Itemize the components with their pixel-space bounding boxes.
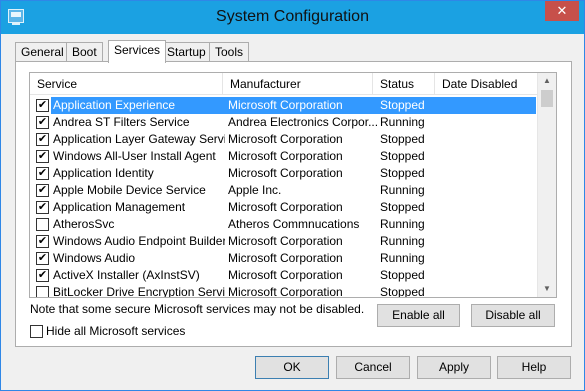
tab-startup[interactable]: Startup — [161, 42, 212, 62]
service-row[interactable]: ✔ Application Experience Microsoft Corpora… — [30, 97, 537, 114]
disable-all-button[interactable]: Disable all — [471, 304, 555, 327]
tab-services[interactable]: Services — [108, 40, 167, 63]
hide-microsoft-services-checkbox[interactable] — [30, 325, 43, 338]
service-row[interactable]: ✔ Windows Audio Microsoft Corporation Runni… — [30, 250, 537, 267]
service-status: Running — [380, 115, 425, 129]
service-name: AtherosSvc — [53, 217, 115, 231]
service-row[interactable]: ✔ Windows Audio Endpoint Builder Microsoft… — [30, 233, 537, 250]
service-row[interactable]: ✔ Application Layer Gateway Service Micros… — [30, 131, 537, 148]
service-row[interactable]: ✔ ActiveX Installer (AxInstSV) Microsoft C… — [30, 267, 537, 284]
service-name: Application Experience — [53, 98, 176, 112]
service-row[interactable]: ✔ Application Management Microsoft Corpora… — [30, 199, 537, 216]
column-header-status[interactable]: Status — [373, 73, 435, 95]
service-status: Stopped — [380, 268, 425, 282]
title-bar[interactable]: System Configuration ✕ — [1, 1, 584, 34]
service-status: Running — [380, 183, 425, 197]
system-configuration-window: System Configuration ✕ General Boot Serv… — [0, 0, 585, 391]
tab-boot[interactable]: Boot — [66, 42, 103, 62]
close-button[interactable]: ✕ — [545, 1, 579, 21]
service-manufacturer: Microsoft Corporation — [228, 132, 343, 146]
service-name: Windows Audio Endpoint Builder — [53, 234, 225, 248]
service-manufacturer: Microsoft Corporation — [228, 234, 343, 248]
service-status: Stopped — [380, 132, 425, 146]
service-status: Stopped — [380, 200, 425, 214]
service-checkbox[interactable]: ✔ — [36, 201, 49, 214]
service-status: Stopped — [380, 98, 425, 112]
service-row[interactable]: ✔ Application Identity Microsoft Corporati… — [30, 165, 537, 182]
service-name: Apple Mobile Device Service — [53, 183, 206, 197]
service-manufacturer: Andrea Electronics Corpor... — [228, 115, 378, 129]
service-checkbox[interactable]: ✔ — [36, 235, 49, 248]
service-row[interactable]: AtherosSvc Atheros Commnucations Running — [30, 216, 537, 233]
service-status: Running — [380, 251, 425, 265]
service-checkbox[interactable]: ✔ — [36, 150, 49, 163]
vertical-scrollbar[interactable]: ▲ ▼ — [537, 73, 556, 297]
service-row[interactable]: ✔ Windows All-User Install Agent Microsoft… — [30, 148, 537, 165]
service-manufacturer: Microsoft Corporation — [228, 268, 343, 282]
service-row[interactable]: ✔ Apple Mobile Device Service Apple Inc. Ru… — [30, 182, 537, 199]
service-manufacturer: Microsoft Corporation — [228, 166, 343, 180]
service-status: Stopped — [380, 166, 425, 180]
cancel-button[interactable]: Cancel — [336, 356, 410, 379]
secure-services-note: Note that some secure Microsoft services… — [30, 302, 365, 316]
service-name: Windows Audio — [53, 251, 136, 265]
list-header: Service Manufacturer Status Date Disable… — [30, 73, 537, 95]
service-status: Stopped — [380, 149, 425, 163]
service-checkbox[interactable]: ✔ — [36, 116, 49, 129]
enable-all-button[interactable]: Enable all — [377, 304, 460, 327]
service-name: Windows All-User Install Agent — [53, 149, 216, 163]
service-checkbox[interactable]: ✔ — [36, 99, 49, 112]
service-manufacturer: Microsoft Corporation — [228, 285, 343, 298]
service-checkbox[interactable] — [36, 286, 49, 297]
scroll-down-arrow-icon[interactable]: ▼ — [538, 281, 556, 297]
service-manufacturer: Microsoft Corporation — [228, 200, 343, 214]
ok-button[interactable]: OK — [255, 356, 329, 379]
apply-button[interactable]: Apply — [417, 356, 491, 379]
service-name: Application Identity — [53, 166, 154, 180]
service-name: Andrea ST Filters Service — [53, 115, 190, 129]
hide-microsoft-services-label[interactable]: Hide all Microsoft services — [46, 324, 185, 339]
service-name: BitLocker Drive Encryption Service — [53, 285, 225, 298]
service-manufacturer: Apple Inc. — [228, 183, 282, 197]
help-button[interactable]: Help — [497, 356, 571, 379]
service-checkbox[interactable] — [36, 218, 49, 231]
service-manufacturer: Microsoft Corporation — [228, 149, 343, 163]
service-checkbox[interactable]: ✔ — [36, 269, 49, 282]
service-checkbox[interactable]: ✔ — [36, 252, 49, 265]
service-checkbox[interactable]: ✔ — [36, 133, 49, 146]
service-status: Running — [380, 217, 425, 231]
service-status: Running — [380, 234, 425, 248]
service-checkbox[interactable]: ✔ — [36, 184, 49, 197]
services-list[interactable]: Service Manufacturer Status Date Disable… — [29, 72, 557, 298]
service-row[interactable]: ✔ Andrea ST Filters Service Andrea Electro… — [30, 114, 537, 131]
service-name: ActiveX Installer (AxInstSV) — [53, 268, 200, 282]
service-name: Application Management — [53, 200, 186, 214]
service-manufacturer: Atheros Commnucations — [228, 217, 360, 231]
tab-general[interactable]: General — [15, 42, 70, 62]
service-status: Stopped — [380, 285, 425, 298]
scrollbar-thumb[interactable] — [541, 90, 553, 107]
service-name: Application Layer Gateway Service — [53, 132, 225, 146]
tab-tools[interactable]: Tools — [209, 42, 250, 62]
service-row[interactable]: BitLocker Drive Encryption Service Micros… — [30, 284, 537, 298]
scroll-up-arrow-icon[interactable]: ▲ — [538, 73, 556, 89]
service-manufacturer: Microsoft Corporation — [228, 251, 343, 265]
column-header-service[interactable]: Service — [30, 73, 223, 95]
column-header-date-disabled[interactable]: Date Disabled — [435, 73, 537, 95]
service-manufacturer: Microsoft Corporation — [228, 98, 343, 112]
service-checkbox[interactable]: ✔ — [36, 167, 49, 180]
column-header-manufacturer[interactable]: Manufacturer — [223, 73, 373, 95]
window-title: System Configuration — [216, 8, 369, 25]
